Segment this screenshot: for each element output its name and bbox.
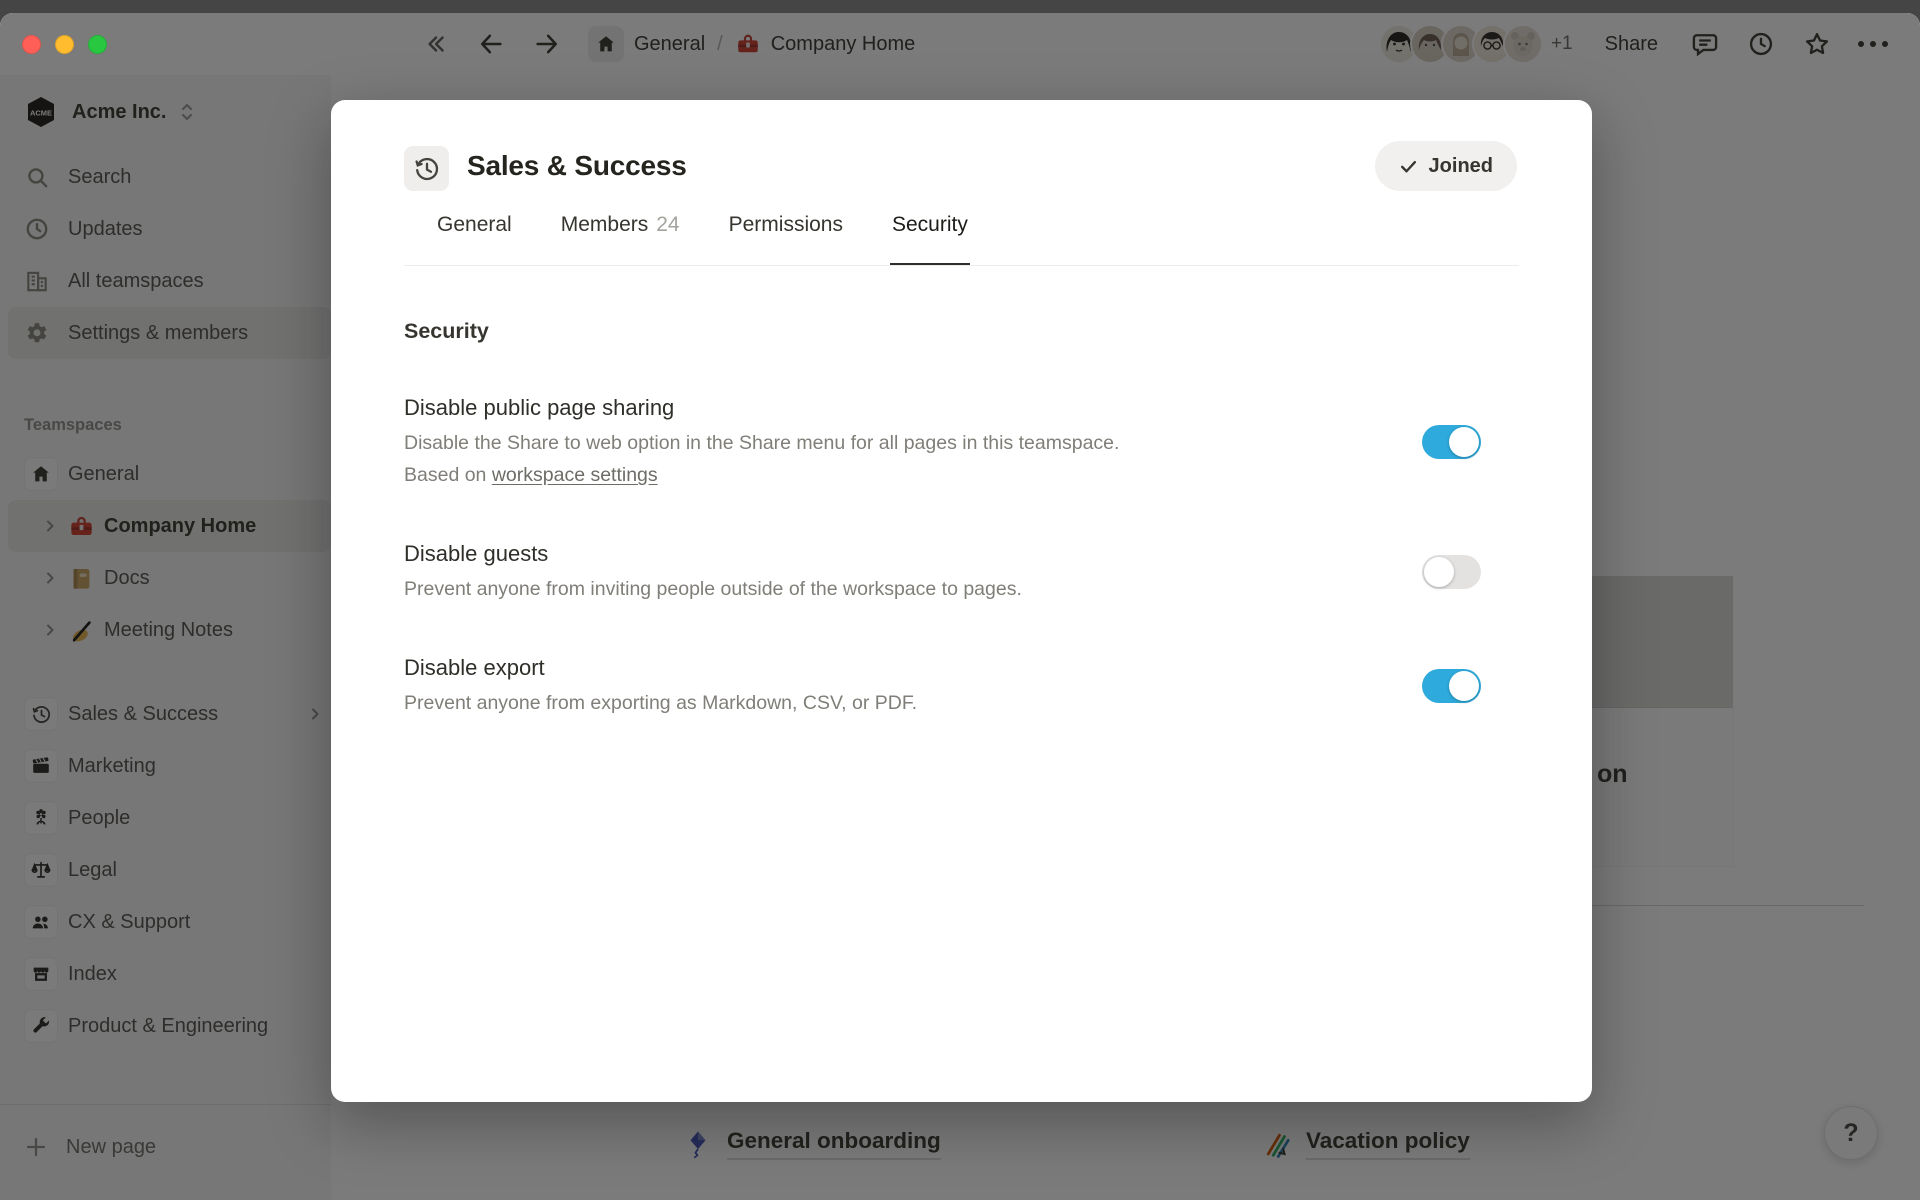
security-settings-list: Disable public page sharing Disable the … xyxy=(404,393,1481,719)
tab-security[interactable]: Security xyxy=(890,212,970,266)
security-section-heading: Security xyxy=(404,319,489,344)
app-window: General / Company Home xyxy=(0,13,1920,1200)
members-count: 24 xyxy=(656,213,679,236)
setting-disable-export: Disable export Prevent anyone from expor… xyxy=(404,653,1481,719)
joined-button[interactable]: Joined xyxy=(1375,141,1517,191)
setting-disable-public-sharing: Disable public page sharing Disable the … xyxy=(404,393,1481,491)
close-window-icon[interactable] xyxy=(22,35,41,54)
toggle-disable-guests[interactable] xyxy=(1422,555,1481,589)
setting-description: Prevent anyone from exporting as Markdow… xyxy=(404,687,917,719)
setting-description: Prevent anyone from inviting people outs… xyxy=(404,573,1022,605)
tabs-divider xyxy=(404,265,1519,266)
teamspace-settings-modal: Sales & Success Joined General Members24… xyxy=(331,100,1592,1102)
setting-disable-guests: Disable guests Prevent anyone from invit… xyxy=(404,539,1481,605)
setting-title: Disable public page sharing xyxy=(404,393,1119,423)
toggle-knob xyxy=(1424,557,1454,587)
setting-title: Disable export xyxy=(404,653,917,683)
toggle-knob xyxy=(1449,427,1479,457)
tab-members[interactable]: Members24 xyxy=(559,212,682,266)
modal-tabs: General Members24 Permissions Security xyxy=(435,212,970,266)
workspace-settings-link[interactable]: workspace settings xyxy=(492,464,658,486)
history-clock-icon xyxy=(404,146,449,191)
tab-permissions[interactable]: Permissions xyxy=(727,212,845,266)
toggle-disable-public-sharing[interactable] xyxy=(1422,425,1481,459)
check-icon xyxy=(1399,157,1418,176)
minimize-window-icon[interactable] xyxy=(55,35,74,54)
window-controls[interactable] xyxy=(22,35,107,54)
zoom-window-icon[interactable] xyxy=(88,35,107,54)
joined-label: Joined xyxy=(1429,155,1493,178)
tab-general[interactable]: General xyxy=(435,212,514,266)
toggle-disable-export[interactable] xyxy=(1422,669,1481,703)
toggle-knob xyxy=(1449,671,1479,701)
modal-title: Sales & Success xyxy=(467,150,687,182)
setting-description: Disable the Share to web option in the S… xyxy=(404,427,1119,491)
setting-title: Disable guests xyxy=(404,539,1022,569)
